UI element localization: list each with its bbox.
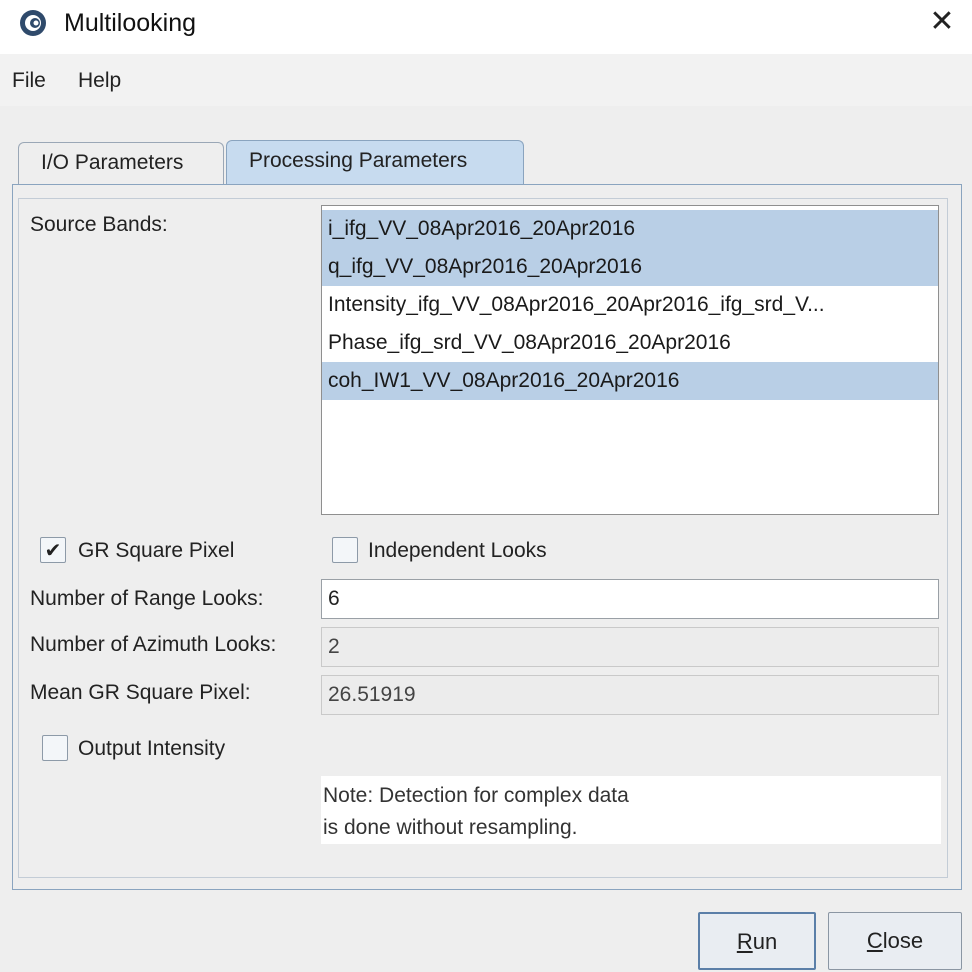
title-bar: Multilooking ✕: [0, 0, 972, 50]
window-title: Multilooking: [64, 9, 197, 37]
note-line: is done without resampling.: [323, 816, 578, 839]
run-button[interactable]: Run: [698, 912, 816, 970]
close-window-icon[interactable]: ✕: [922, 4, 962, 40]
run-mnemonic: R: [736, 929, 753, 954]
close-mnemonic: C: [866, 928, 883, 953]
menu-bar: File Help: [0, 54, 972, 106]
source-bands-label: Source Bands:: [30, 213, 168, 236]
source-band-item[interactable]: i_ifg_VV_08Apr2016_20Apr2016: [322, 210, 938, 248]
output-intensity-label: Output Intensity: [78, 737, 226, 760]
tab-io-parameters[interactable]: I/O Parameters: [18, 142, 224, 186]
esa-snap-logo-icon: [20, 10, 46, 36]
azimuth-looks-field: 2: [321, 627, 939, 667]
gr-square-pixel-label: GR Square Pixel: [78, 539, 235, 562]
mean-gr-square-pixel-field: 26.51919: [321, 675, 939, 715]
range-looks-input[interactable]: 6: [321, 579, 939, 619]
menu-help[interactable]: Help: [78, 68, 121, 94]
detection-note: Note: Detection for complex data is done…: [321, 776, 941, 844]
close-button[interactable]: Close: [828, 912, 962, 970]
source-band-item[interactable]: Phase_ifg_srd_VV_08Apr2016_20Apr2016: [322, 324, 938, 362]
output-intensity-checkbox[interactable]: [42, 735, 68, 761]
source-band-item[interactable]: coh_IW1_VV_08Apr2016_20Apr2016: [322, 362, 938, 400]
source-band-item[interactable]: q_ifg_VV_08Apr2016_20Apr2016: [322, 248, 938, 286]
independent-looks-checkbox[interactable]: [332, 537, 358, 563]
range-looks-label: Number of Range Looks:: [30, 587, 264, 610]
mean-gr-square-pixel-label: Mean GR Square Pixel:: [30, 681, 251, 704]
note-line: Note: Detection for complex data: [323, 784, 629, 807]
source-band-item[interactable]: Intensity_ifg_VV_08Apr2016_20Apr2016_ifg…: [322, 286, 938, 324]
menu-file[interactable]: File: [12, 68, 46, 94]
run-label: un: [752, 929, 778, 954]
close-label: lose: [882, 928, 924, 953]
gr-square-pixel-checkbox[interactable]: ✔: [40, 537, 66, 563]
azimuth-looks-label: Number of Azimuth Looks:: [30, 633, 277, 656]
tab-processing-parameters[interactable]: Processing Parameters: [226, 140, 524, 186]
source-bands-list[interactable]: i_ifg_VV_08Apr2016_20Apr2016 q_ifg_VV_08…: [321, 205, 939, 515]
independent-looks-label: Independent Looks: [368, 539, 547, 562]
